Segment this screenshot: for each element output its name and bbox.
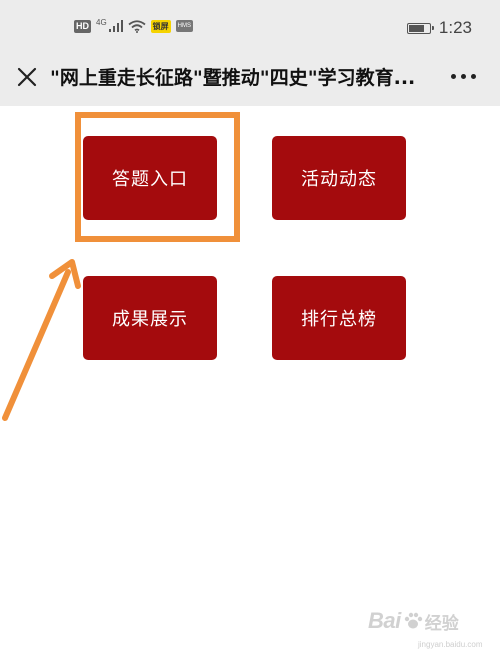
answer-entry-label: 答题入口 bbox=[112, 169, 188, 190]
activity-news-button[interactable]: 活动动态 bbox=[272, 136, 406, 220]
network-type-label: 4G bbox=[96, 18, 107, 27]
close-button[interactable] bbox=[14, 64, 40, 90]
status-bar: HD 4G 锁屏 HMS 1:23 bbox=[0, 0, 500, 52]
more-icon bbox=[461, 74, 466, 79]
battery-icon bbox=[406, 22, 434, 34]
battery-level bbox=[408, 24, 425, 32]
activity-news-label: 活动动态 bbox=[301, 169, 377, 190]
achievements-label: 成果展示 bbox=[112, 309, 188, 330]
watermark-brand: Bai bbox=[368, 608, 401, 633]
hd-badge: HD bbox=[74, 19, 91, 33]
close-icon bbox=[17, 67, 37, 87]
more-button[interactable] bbox=[451, 74, 476, 79]
nav-bar: "网上重走长征路"暨推动"四史"学习教育... bbox=[0, 52, 500, 106]
leaderboard-button[interactable]: 排行总榜 bbox=[272, 276, 406, 360]
watermark-url: jingyan.baidu.com bbox=[418, 640, 483, 649]
more-icon bbox=[471, 74, 476, 79]
watermark-brand-suffix: 经验 bbox=[424, 613, 459, 634]
more-icon bbox=[451, 74, 456, 79]
baidu-watermark: Bai 经验 bbox=[368, 608, 459, 634]
app-notification-badge: 锁屏 bbox=[150, 19, 171, 33]
status-icons-left: HD 4G 锁屏 HMS bbox=[74, 18, 194, 34]
status-time: 1:23 bbox=[438, 18, 472, 37]
signal-icon bbox=[108, 20, 123, 32]
page-content bbox=[0, 106, 500, 663]
leaderboard-label: 排行总榜 bbox=[301, 309, 377, 330]
achievements-button[interactable]: 成果展示 bbox=[83, 276, 217, 360]
answer-entry-button[interactable]: 答题入口 bbox=[83, 136, 217, 220]
page-title: "网上重走长征路"暨推动"四史"学习教育... bbox=[50, 67, 416, 89]
paw-icon bbox=[404, 612, 422, 629]
wifi-icon bbox=[128, 19, 146, 33]
status-icons-right: 1:23 bbox=[406, 18, 472, 38]
hms-badge: HMS bbox=[175, 20, 194, 32]
